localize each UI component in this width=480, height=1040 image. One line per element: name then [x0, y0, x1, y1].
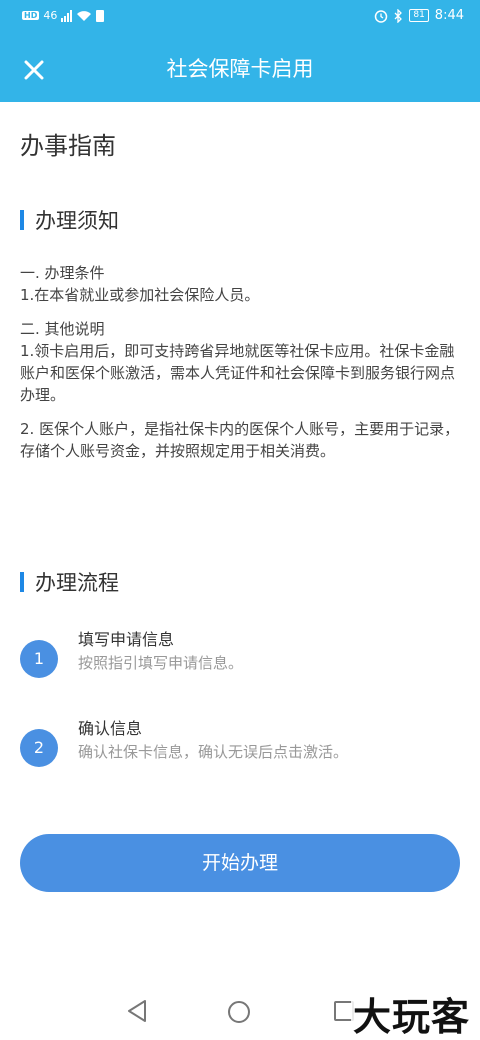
back-icon[interactable] — [126, 998, 148, 1024]
watermark: 大玩客 — [350, 986, 472, 1040]
signal-icon — [61, 9, 73, 22]
bluetooth-icon — [394, 8, 403, 23]
step-description: 确认社保卡信息，确认无误后点击激活。 — [78, 743, 349, 761]
status-right: 81 8:44 — [374, 8, 464, 23]
step-title: 填写申请信息 — [78, 630, 175, 649]
start-button[interactable]: 开始办理 — [20, 834, 460, 892]
process-section-header: 办理流程 — [20, 567, 119, 597]
step-description: 按照指引填写申请信息。 — [78, 654, 244, 672]
header-title: 社会保障卡启用 — [166, 57, 314, 81]
process-step: 1 填写申请信息 按照指引填写申请信息。 — [20, 626, 460, 686]
battery-icon: 81 — [409, 9, 429, 22]
other-title: 二. 其他说明 — [20, 320, 105, 338]
close-button[interactable] — [14, 50, 54, 90]
page-title: 办事指南 — [20, 132, 116, 160]
network-label: 46 — [43, 9, 58, 22]
app-bar: 社会保障卡启用 — [0, 36, 480, 102]
status-bar: HD 46 81 8:44 — [0, 0, 480, 36]
alarm-icon — [375, 9, 388, 23]
wifi-icon — [77, 10, 92, 21]
status-left: HD 46 — [22, 9, 105, 22]
section-marker — [20, 572, 24, 592]
notice-section-header: 办理须知 — [20, 205, 119, 235]
process-heading: 办理流程 — [35, 571, 119, 595]
section-marker — [20, 210, 24, 230]
step-number: 2 — [20, 729, 58, 767]
notice-content: 一. 办理条件 1.在本省就业或参加社会保险人员。 二. 其他说明 1.领卡启用… — [20, 262, 460, 462]
notice-heading: 办理须知 — [35, 209, 119, 233]
close-icon — [24, 60, 44, 80]
step-number: 1 — [20, 640, 58, 678]
step-title: 确认信息 — [78, 719, 143, 738]
home-icon[interactable] — [228, 1001, 250, 1023]
condition-text: 1.在本省就业或参加社会保险人员。 — [20, 286, 260, 304]
other-text-1: 1.领卡启用后，即可支持跨省异地就医等社保卡应用。社保卡金融账户和医保个账激活，… — [20, 342, 456, 404]
status-time: 8:44 — [434, 8, 464, 23]
condition-title: 一. 办理条件 — [20, 264, 105, 282]
notification-icon — [96, 9, 105, 22]
other-text-2: 2. 医保个人账户，是指社保卡内的医保个人账号，主要用于记录，存储个人账号资金，… — [20, 420, 460, 460]
process-step: 2 确认信息 确认社保卡信息，确认无误后点击激活。 — [20, 715, 460, 775]
hd-badge: HD — [22, 11, 40, 20]
